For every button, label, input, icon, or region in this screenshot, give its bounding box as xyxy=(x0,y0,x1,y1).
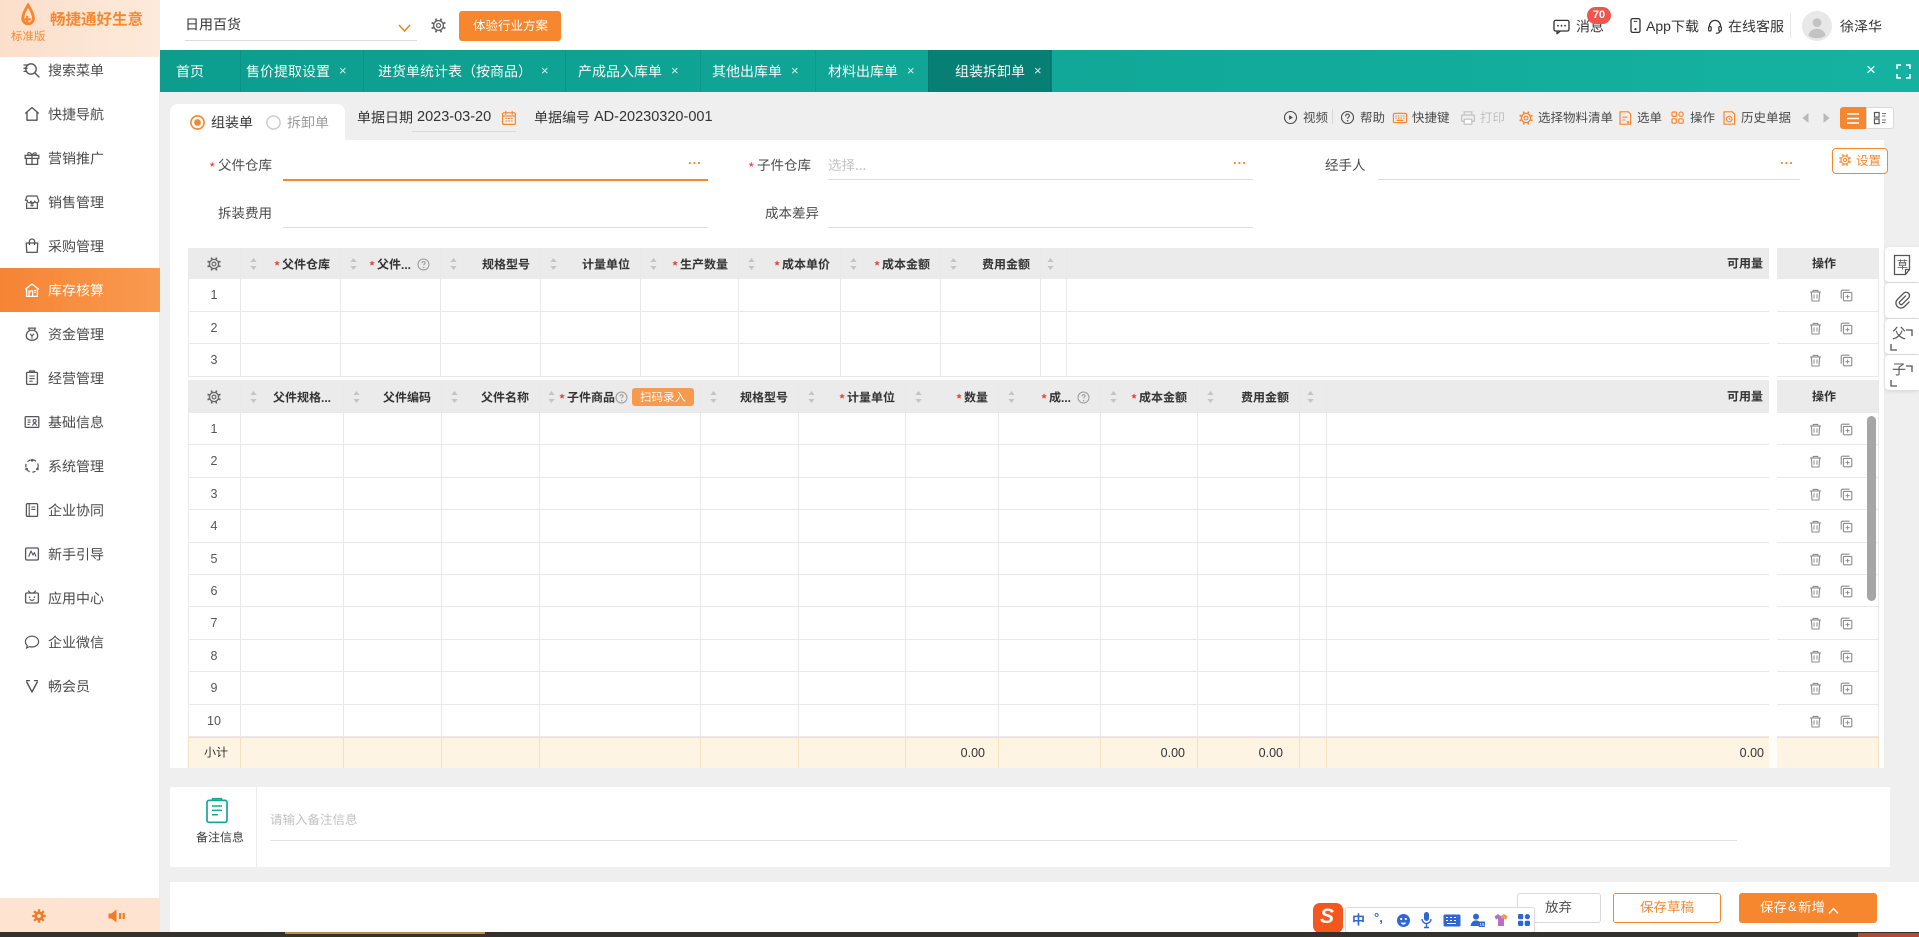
svg-text:15: 15 xyxy=(1480,922,1486,927)
